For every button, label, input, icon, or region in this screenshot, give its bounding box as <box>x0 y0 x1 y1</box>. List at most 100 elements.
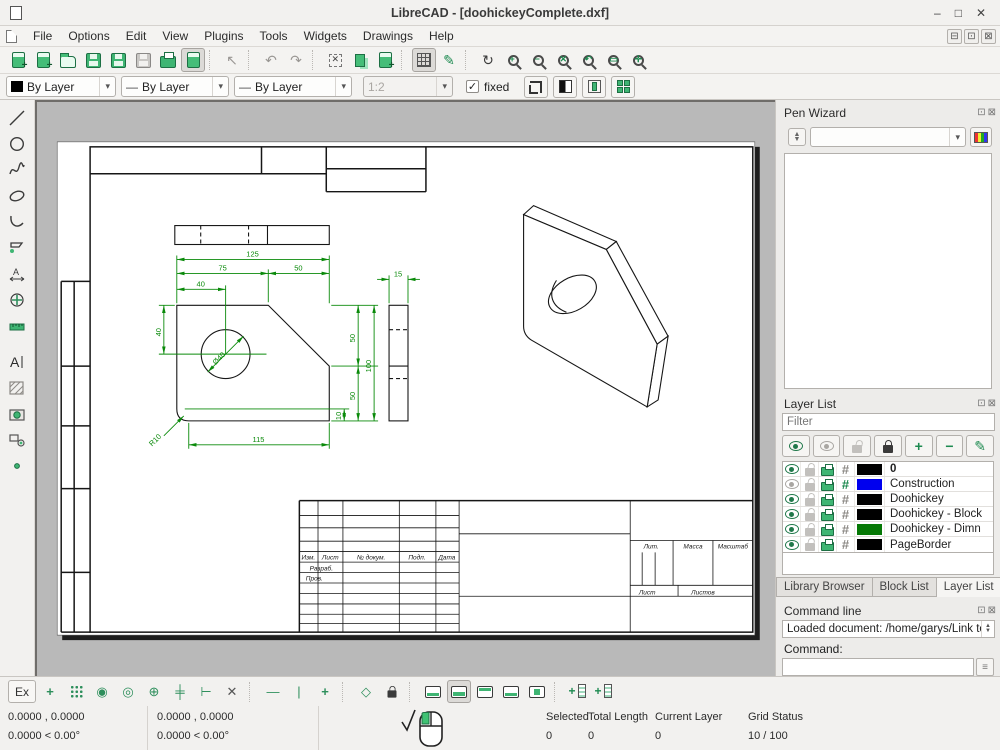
save-all-button[interactable] <box>131 48 155 72</box>
layer-row[interactable]: # Construction <box>783 477 993 492</box>
command-options-button[interactable]: ≡ <box>976 658 994 676</box>
paste-button[interactable]: + <box>373 48 397 72</box>
text-tool-button[interactable]: A <box>4 352 30 371</box>
line-width-select[interactable]: — By Layer ▾ <box>121 76 229 97</box>
menu-drawings[interactable]: Drawings <box>355 27 421 45</box>
menu-view[interactable]: View <box>154 27 196 45</box>
pen-color-button[interactable] <box>970 127 992 147</box>
line-cap-button[interactable] <box>524 76 548 98</box>
layer-visible-icon[interactable] <box>785 540 799 550</box>
panel-close-icon[interactable]: ⊠ <box>988 605 996 616</box>
zoom-out-button[interactable]: − <box>526 48 550 72</box>
layer-color-swatch[interactable] <box>857 479 882 490</box>
layer-name[interactable]: Doohickey - Block <box>885 508 993 520</box>
open-file-button[interactable] <box>56 48 80 72</box>
layer-color-swatch[interactable] <box>857 539 882 550</box>
layer-print-icon[interactable] <box>821 512 834 521</box>
hatch-tool-button[interactable] <box>4 378 30 397</box>
layer-print-icon[interactable] <box>821 497 834 506</box>
toggle-right-dock-button[interactable] <box>447 680 471 703</box>
zoom-in-button[interactable]: + <box>501 48 525 72</box>
fixed-checkbox[interactable]: ✓ <box>466 80 479 93</box>
layer-print-icon[interactable] <box>821 542 834 551</box>
layer-construction-icon[interactable]: # <box>842 522 849 537</box>
pen-combo[interactable]: ▾ <box>810 127 966 147</box>
layer-row[interactable]: # Doohickey <box>783 492 993 507</box>
redo-button[interactable]: ↷ <box>284 48 308 72</box>
layer-row[interactable]: # PageBorder <box>783 537 993 552</box>
minimize-button[interactable]: – <box>934 6 941 20</box>
layer-color-swatch[interactable] <box>857 464 882 475</box>
panel-float-icon[interactable]: ⊡ <box>977 605 985 616</box>
layer-color-swatch[interactable] <box>857 509 882 520</box>
tab-library-browser[interactable]: Library Browser <box>776 577 873 597</box>
panel-float-icon[interactable]: ⊡ <box>977 398 985 409</box>
drawing-viewport[interactable]: 125 75 50 40 40 50 100 50 10 115 R10 Ø40… <box>35 100 775 676</box>
tab-block-list[interactable]: Block List <box>873 577 937 597</box>
save-as-button[interactable] <box>106 48 130 72</box>
black-white-button[interactable] <box>553 76 577 98</box>
block-tool-button[interactable] <box>4 430 30 449</box>
zoom-pan-button[interactable]: ✛ <box>626 48 650 72</box>
copy-button[interactable] <box>348 48 372 72</box>
menu-file[interactable]: File <box>25 27 60 45</box>
layer-name[interactable]: 0 <box>885 463 993 475</box>
layer-name[interactable]: PageBorder <box>885 539 993 551</box>
menu-help[interactable]: Help <box>421 27 462 45</box>
distance-snap-button[interactable]: ⊢ <box>194 680 218 703</box>
layer-construction-icon[interactable]: # <box>842 537 849 552</box>
restrict-orthogonal-button[interactable]: + <box>313 680 337 703</box>
add-widget-button[interactable] <box>592 680 616 703</box>
layer-row[interactable]: # 0 <box>783 462 993 477</box>
select-pointer-button[interactable]: ↖ <box>220 48 244 72</box>
previous-view-button[interactable]: ↶ <box>576 48 600 72</box>
pen-wizard-list[interactable] <box>784 153 992 389</box>
grid-snap-button[interactable] <box>64 680 88 703</box>
fit-entity-button[interactable] <box>582 76 606 98</box>
mdi-restore-button[interactable]: ⊡ <box>964 29 979 44</box>
layer-visible-icon[interactable] <box>785 509 799 519</box>
panel-float-icon[interactable]: ⊡ <box>977 107 985 118</box>
middle-snap-button[interactable]: ╪ <box>168 680 192 703</box>
layer-lock-icon[interactable] <box>805 528 815 536</box>
new-file-button[interactable]: + <box>6 48 30 72</box>
dimension-tool-button[interactable]: A <box>4 264 30 283</box>
mdi-close-button[interactable]: ⊠ <box>981 29 996 44</box>
layer-name[interactable]: Construction <box>885 478 993 490</box>
unlock-all-layers-button[interactable] <box>843 435 871 457</box>
intersection-snap-button[interactable]: ✕ <box>220 680 244 703</box>
print-preview-button[interactable] <box>181 48 205 72</box>
auto-zoom-button[interactable]: ✕ <box>551 48 575 72</box>
layer-construction-icon[interactable]: # <box>842 477 849 492</box>
cut-button[interactable] <box>323 48 347 72</box>
command-history[interactable]: Loaded document: /home/garys/Link to ▲▼ <box>782 620 995 638</box>
remove-layer-button[interactable]: − <box>936 435 964 457</box>
line-tool-button[interactable] <box>4 108 30 127</box>
layer-visible-icon[interactable] <box>785 524 799 534</box>
lock-all-layers-button[interactable] <box>874 435 902 457</box>
close-button[interactable]: ✕ <box>976 6 986 20</box>
layer-lock-icon[interactable] <box>805 513 815 521</box>
maximize-button[interactable]: □ <box>955 6 962 20</box>
polyline-tool-button[interactable] <box>4 212 30 231</box>
menu-edit[interactable]: Edit <box>118 27 155 45</box>
toggle-top-dock-button[interactable] <box>473 680 497 703</box>
layer-lock-icon[interactable] <box>805 498 815 506</box>
zoom-window-button[interactable]: ▭ <box>601 48 625 72</box>
point-tool-button[interactable] <box>4 456 30 475</box>
menu-plugins[interactable]: Plugins <box>196 27 251 45</box>
layer-name[interactable]: Doohickey <box>885 493 993 505</box>
layer-construction-icon[interactable]: # <box>842 507 849 522</box>
layer-construction-icon[interactable]: # <box>842 462 849 477</box>
print-button[interactable] <box>156 48 180 72</box>
layer-lock-icon[interactable] <box>805 483 815 491</box>
menu-widgets[interactable]: Widgets <box>296 27 355 45</box>
layer-visible-icon[interactable] <box>785 479 799 489</box>
toggle-left-dock-button[interactable] <box>421 680 445 703</box>
show-all-layers-button[interactable] <box>782 435 810 457</box>
layer-color-swatch[interactable] <box>857 494 882 505</box>
exclusive-snap-button[interactable]: Ex <box>8 680 36 703</box>
pen-updown-button[interactable]: ▲▼ <box>788 128 806 146</box>
undo-button[interactable]: ↶ <box>259 48 283 72</box>
restrict-horizontal-button[interactable]: — <box>261 680 285 703</box>
